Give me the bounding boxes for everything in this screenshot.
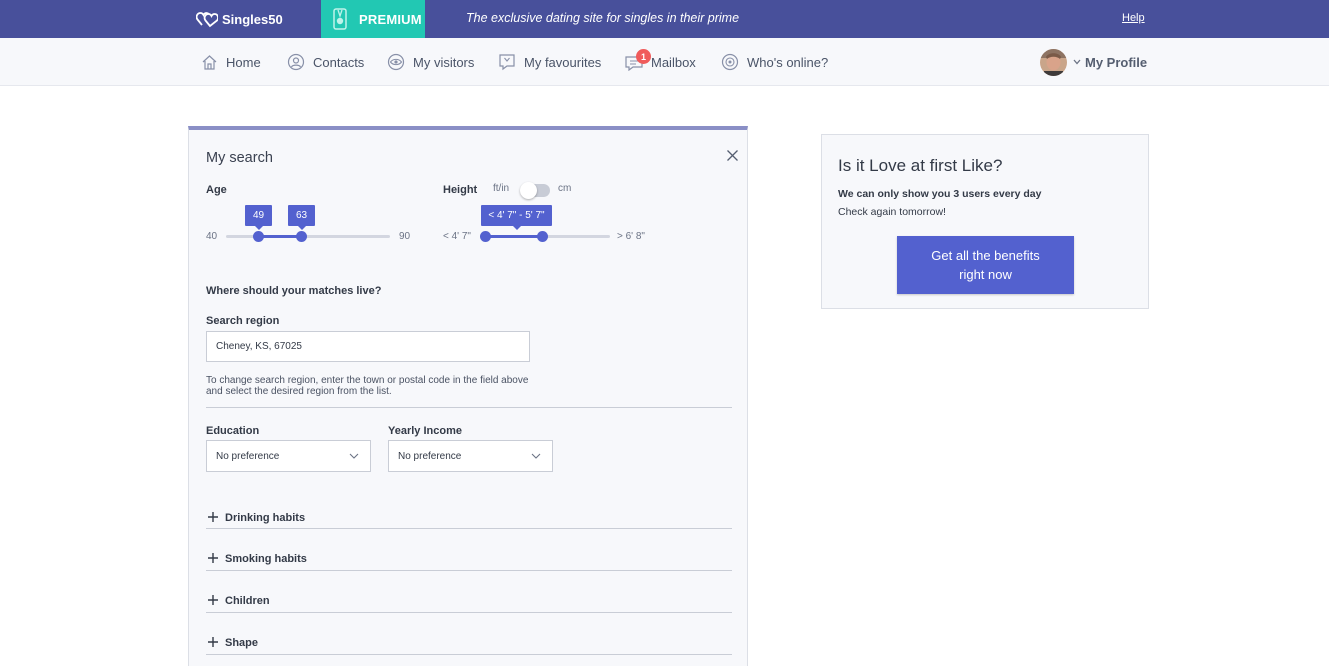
age-max-handle[interactable] [296, 231, 307, 242]
logo-text: Singles50 [222, 11, 283, 27]
upsell-box: Is it Love at first Like? We can only sh… [821, 134, 1149, 309]
get-benefits-button[interactable]: Get all the benefits right now [897, 236, 1074, 294]
nav-my-visitors-label: My visitors [413, 54, 475, 70]
eye-icon [387, 53, 405, 71]
accordion-divider [206, 570, 732, 571]
height-min-label: < 4' 7" [443, 231, 471, 242]
avatar [1040, 48, 1067, 76]
medal-icon [333, 8, 347, 30]
nav-my-favourites[interactable]: My favourites [498, 38, 601, 86]
nav-home[interactable]: Home [201, 38, 261, 86]
height-slider-range [486, 235, 543, 238]
panel-title: My search [206, 150, 273, 166]
nav-contacts-label: Contacts [313, 54, 365, 70]
height-label: Height [443, 184, 478, 196]
section-divider [206, 407, 732, 408]
nav-whos-online-label: Who's online? [747, 54, 829, 70]
accordion-shape[interactable]: Shape [206, 637, 732, 666]
upsell-limit-text: We can only show you 3 users every day [838, 188, 1042, 200]
close-icon[interactable] [727, 150, 738, 161]
bookmark-icon [499, 54, 515, 71]
unit-ftin-label: ft/in [493, 183, 510, 194]
age-min-handle[interactable] [253, 231, 264, 242]
profile-menu[interactable]: My Profile [1040, 48, 1147, 76]
region-label: Search region [206, 315, 280, 327]
height-range-tooltip: < 4' 7" - 5' 7" [481, 205, 552, 230]
home-icon [202, 54, 217, 70]
search-region-input[interactable]: Cheney, KS, 67025 [206, 331, 530, 362]
income-value: No preference [398, 450, 462, 462]
unit-cm-label: cm [558, 183, 572, 194]
mailbox-unread-badge: 1 [636, 49, 651, 64]
age-label: Age [206, 184, 227, 196]
logo-hearts-icon [196, 12, 218, 28]
income-label: Yearly Income [388, 425, 462, 437]
accordion-divider [206, 528, 732, 529]
nav-whos-online[interactable]: Who's online? [721, 38, 828, 86]
chevron-down-icon [1073, 59, 1081, 65]
accordion-label: Drinking habits [225, 512, 306, 524]
nav-mailbox[interactable]: 1 Mailbox [625, 38, 696, 86]
age-slider-track[interactable] [226, 235, 390, 238]
search-panel: My search Age 40 90 49 63 Height ft/in c… [188, 126, 748, 666]
user-circle-icon [287, 53, 305, 71]
help-link[interactable]: Help [1122, 12, 1145, 24]
nav-contacts[interactable]: Contacts [287, 38, 364, 86]
chevron-down-icon [531, 453, 541, 459]
education-select[interactable]: No preference [206, 440, 371, 472]
accordion-label: Children [225, 595, 270, 607]
toggle-knob [520, 182, 537, 199]
location-heading: Where should your matches live? [206, 285, 382, 297]
accordion-label: Smoking habits [225, 553, 307, 565]
top-bar: Singles50 PREMIUM The exclusive dating s… [0, 0, 1329, 38]
nav-home-label: Home [226, 54, 261, 70]
height-max-label: > 6' 8" [617, 231, 645, 242]
region-hint: To change search region, enter the town … [206, 375, 529, 397]
height-max-handle[interactable] [537, 231, 548, 242]
nav-my-favourites-label: My favourites [524, 54, 602, 70]
premium-badge[interactable]: PREMIUM [321, 0, 425, 38]
age-max-tooltip: 63 [288, 205, 315, 230]
accordion-drinking-habits[interactable]: Drinking habits [206, 512, 732, 554]
site-logo[interactable]: Singles50 [196, 0, 283, 38]
accordion-divider [206, 654, 732, 655]
age-min-tooltip: 49 [245, 205, 272, 230]
age-min-label: 40 [206, 231, 218, 242]
plus-icon [208, 512, 218, 522]
income-select[interactable]: No preference [388, 440, 553, 472]
plus-icon [208, 595, 218, 605]
nav-mailbox-label: Mailbox [651, 54, 696, 70]
nav-my-visitors[interactable]: My visitors [387, 38, 474, 86]
upsell-subtext: Check again tomorrow! [838, 206, 946, 218]
accordion-divider [206, 612, 732, 613]
tagline: The exclusive dating site for singles in… [466, 11, 740, 25]
age-max-label: 90 [399, 231, 411, 242]
education-value: No preference [216, 450, 280, 462]
online-icon [721, 53, 739, 71]
profile-label: My Profile [1085, 54, 1148, 70]
unit-toggle[interactable] [520, 182, 550, 199]
upsell-title: Is it Love at first Like? [838, 156, 1003, 175]
plus-icon [208, 637, 218, 647]
accordion-smoking-habits[interactable]: Smoking habits [206, 553, 732, 595]
education-label: Education [206, 425, 260, 437]
chevron-down-icon [349, 453, 359, 459]
main-nav: Home Contacts My visitors My favourites … [0, 38, 1329, 86]
height-min-handle[interactable] [480, 231, 491, 242]
plus-icon [208, 553, 218, 563]
accordion-label: Shape [225, 637, 259, 649]
accordion-children[interactable]: Children [206, 595, 732, 637]
premium-label: PREMIUM [359, 11, 422, 27]
